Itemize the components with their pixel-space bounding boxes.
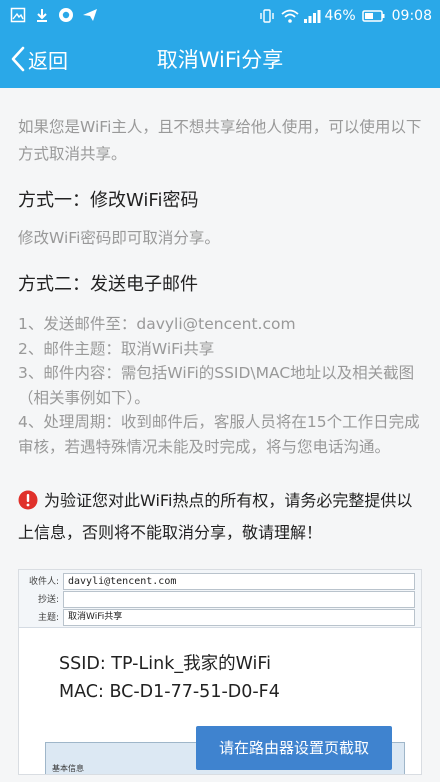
- method1-title: 方式一：修改WiFi密码: [18, 190, 199, 211]
- email-form-example: 收件人: davyli@tencent.com 抄送: 主题: 取消WiFi共享: [19, 570, 421, 628]
- image-icon: [10, 7, 26, 23]
- to-field: davyli@tencent.com: [63, 573, 415, 590]
- method2-list: 1、发送邮件至：davyli@tencent.com 2、邮件主题：取消WiFi…: [18, 312, 422, 459]
- ssid-line: SSID: TP-Link_我家的WiFi: [59, 654, 272, 674]
- list-item: 3、邮件内容：需包括WiFi的SSID\MAC地址以及相关截图（相关事例如下）。: [18, 364, 415, 407]
- intro-text: 如果您是WiFi主人，且不想共享给他人使用，可以使用以下方式取消共享。: [18, 118, 422, 163]
- method1-description: 修改WiFi密码即可取消分享。: [18, 229, 220, 247]
- page-title: 取消WiFi分享: [156, 48, 284, 72]
- nav-bar: 返回 取消WiFi分享: [0, 34, 440, 88]
- app-icon: [58, 7, 74, 23]
- clock: 09:08: [391, 8, 432, 24]
- cc-label: 抄送:: [37, 595, 59, 605]
- cc-field: [63, 591, 415, 608]
- mac-line: MAC: BC-D1-77-51-D0-F4: [59, 682, 280, 702]
- exclamation-icon: [18, 490, 38, 519]
- warning-text: 为验证您对此WiFi热点的所有权，请务必完整提供以上信息，否则将不能取消分享，敬…: [18, 491, 413, 542]
- to-label: 收件人:: [28, 577, 59, 587]
- method2-title: 方式二：发送电子邮件: [18, 274, 198, 295]
- callout-badge: 请在路由器设置页截取: [196, 726, 392, 770]
- subject-label: 主题:: [37, 613, 59, 623]
- download-icon: [34, 7, 50, 23]
- signal-icon: [303, 8, 321, 24]
- example-screenshot: 收件人: davyli@tencent.com 抄送: 主题: 取消WiFi共享…: [18, 569, 422, 775]
- wifi-icon: [280, 8, 299, 24]
- list-item: 1、发送邮件至：davyli@tencent.com: [18, 315, 296, 333]
- battery-percent: 46%: [324, 8, 356, 24]
- panel-label: 基本信息: [52, 764, 84, 773]
- subject-field: 取消WiFi共享: [63, 609, 415, 626]
- send-icon: [82, 7, 98, 23]
- list-item: 2、邮件主题：取消WiFi共享: [18, 339, 215, 358]
- battery-icon: [361, 8, 386, 24]
- status-bar: 46% 09:08: [0, 0, 440, 34]
- list-item: 4、处理周期：收到邮件后，客服人员将在15个工作日完成审核，若遇特殊情况未能及时…: [18, 413, 420, 456]
- main-content: 如果您是WiFi主人，且不想共享给他人使用，可以使用以下方式取消共享。 方式一：…: [0, 88, 440, 782]
- vibrate-icon: [259, 8, 275, 24]
- warning-notice: 为验证您对此WiFi热点的所有权，请务必完整提供以上信息，否则将不能取消分享，敬…: [18, 487, 422, 547]
